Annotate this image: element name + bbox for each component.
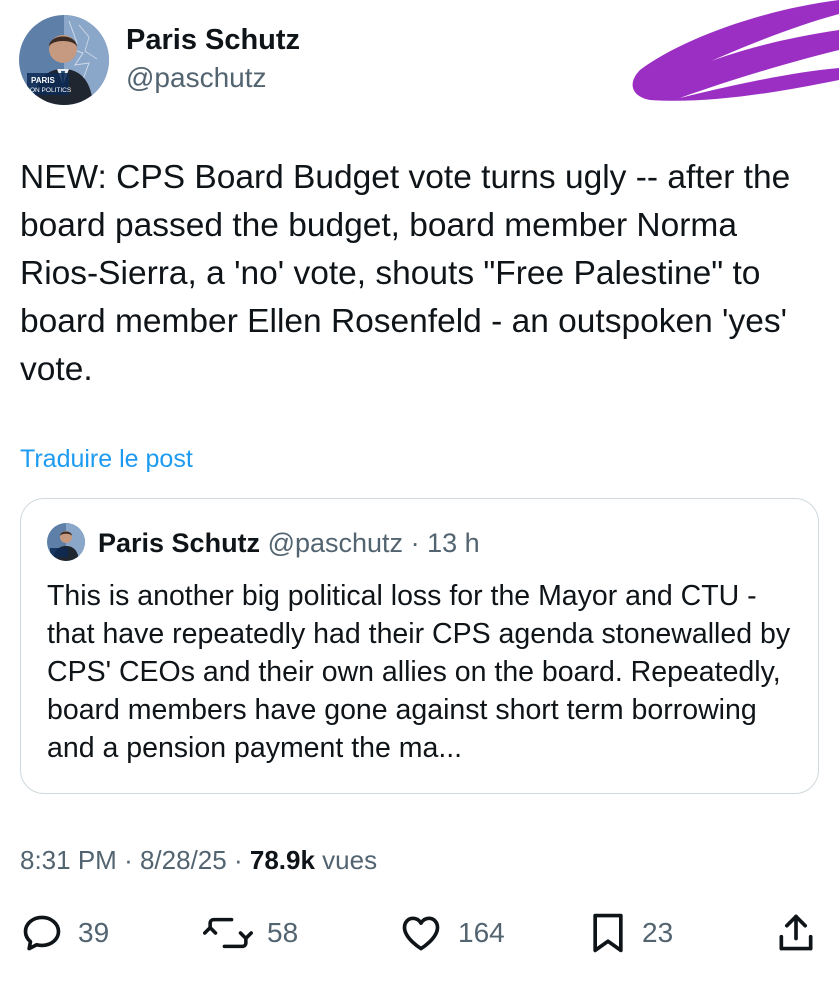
post-text: NEW: CPS Board Budget vote turns ugly --… [20, 159, 791, 388]
repost-count: 58 [267, 917, 299, 948]
repost-button[interactable]: 58 [203, 910, 298, 956]
author-name[interactable]: Paris Schutz [126, 24, 300, 57]
views-count[interactable]: 78.9k [250, 845, 315, 875]
like-icon [402, 916, 440, 951]
repost-icon [203, 917, 253, 949]
translate-post-link[interactable]: Traduire le post [20, 445, 193, 474]
avatar-badge-line2: ON POLITICS [30, 87, 72, 94]
like-button[interactable]: 164 [398, 910, 505, 956]
reply-icon [23, 915, 61, 951]
post-time[interactable]: 8:31 PM [20, 845, 117, 875]
quoted-author-name[interactable]: Paris Schutz [98, 528, 260, 558]
quoted-author-avatar [47, 523, 85, 561]
like-count: 164 [458, 917, 505, 948]
share-button[interactable] [776, 910, 816, 956]
bookmark-count: 23 [642, 917, 674, 948]
quoted-author-handle[interactable]: @paschutz [268, 528, 403, 558]
reply-count: 39 [78, 917, 110, 948]
post-date[interactable]: 8/28/25 [140, 845, 227, 875]
author-handle[interactable]: @paschutz [126, 62, 267, 94]
quoted-post-text: This is another big political loss for t… [47, 580, 791, 764]
share-icon [779, 914, 813, 951]
avatar-badge-line1: PARIS [31, 76, 56, 85]
bookmark-button[interactable]: 23 [588, 910, 673, 956]
meta-separator: · [124, 845, 133, 875]
quoted-post-header: Paris Schutz @paschutz · 13 h [98, 528, 480, 559]
bookmark-icon [593, 913, 623, 953]
meta-separator: · [233, 845, 243, 875]
views-label: vues [322, 845, 378, 875]
redaction-scribble [632, 0, 839, 101]
quoted-separator: · [410, 528, 420, 558]
quoted-post-card[interactable]: Paris Schutz @paschutz · 13 h This is an… [20, 498, 819, 794]
quoted-time[interactable]: 13 h [427, 528, 480, 558]
post-meta: 8:31 PM · 8/28/25 · 78.9k vues [20, 845, 377, 876]
reply-button[interactable]: 39 [20, 910, 109, 956]
author-avatar[interactable]: PARIS ON POLITICS [19, 15, 109, 105]
